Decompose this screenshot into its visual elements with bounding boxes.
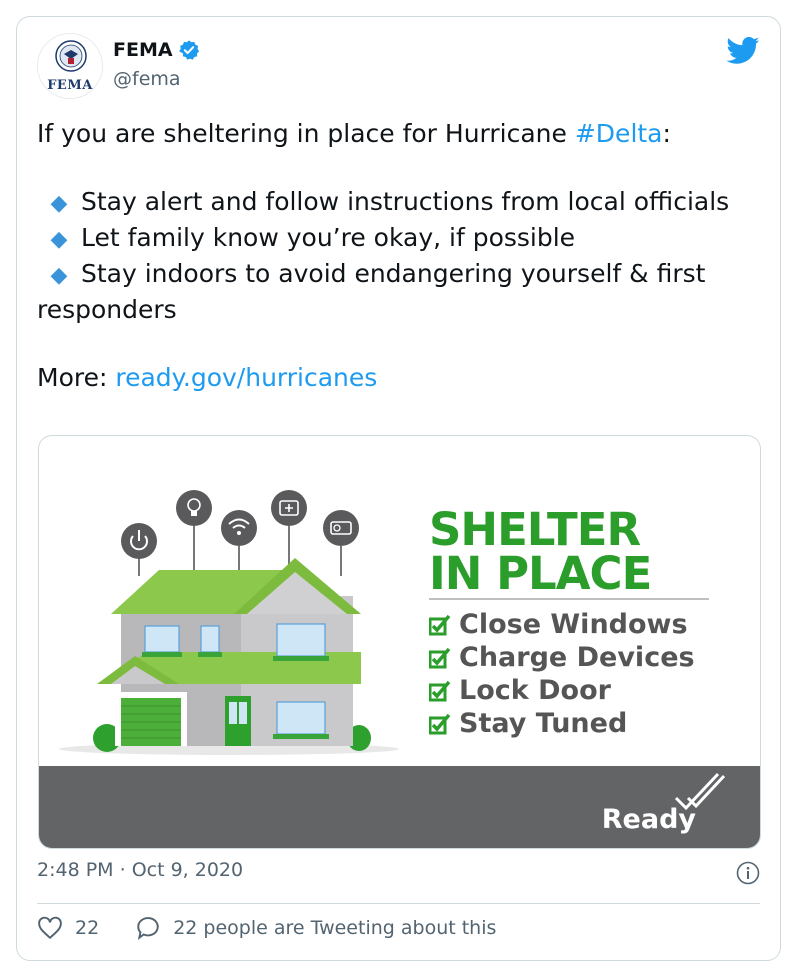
media-image[interactable]: SHELTER IN PLACE Close Windows Charge De… (38, 435, 761, 849)
green-checkbox-icon (429, 713, 451, 734)
title-line-2: IN PLACE (429, 547, 652, 600)
checklist-item: Charge Devices (429, 641, 695, 674)
diamond-bullet-icon: ◆ (50, 191, 68, 216)
wifi-icon (221, 510, 257, 546)
meta-separator: · (113, 859, 132, 881)
dhs-seal-icon (55, 40, 87, 72)
verified-badge-icon (178, 40, 199, 60)
first-aid-icon (271, 490, 307, 526)
more-label: More: (37, 363, 116, 392)
tweet-card: FEMA FEMA @fema If you are sheltering in… (16, 16, 781, 961)
author-handle[interactable]: @fema (113, 68, 181, 90)
ready-gov-link[interactable]: ready.gov/hurricanes (115, 363, 377, 392)
avatar[interactable]: FEMA (37, 33, 103, 99)
speech-bubble-icon (137, 917, 159, 941)
tweet-bullet: ◆ Let family know you’re okay, if possibl… (37, 221, 762, 257)
tweet-text: If you are sheltering in place for Hurri… (37, 117, 762, 395)
green-checkbox-icon (429, 647, 451, 668)
radio-icon (323, 510, 359, 546)
tweet-more: More: ready.gov/hurricanes (37, 361, 762, 395)
tweet-time: 2:48 PM (37, 859, 114, 881)
shelter-in-place-title: SHELTER IN PLACE (429, 503, 652, 600)
tweet-bullet: ◆ Stay alert and follow instructions from… (37, 185, 762, 221)
ready-brand-label: Ready (601, 804, 696, 835)
tweet-timestamp[interactable]: 2:48 PM · Oct 9, 2020 (37, 859, 243, 881)
avatar-logo-text: FEMA (47, 78, 93, 93)
info-icon[interactable] (736, 861, 760, 885)
tweet-intro: If you are sheltering in place for Hurri… (37, 117, 762, 151)
tweet-bullet-text: Stay alert and follow instructions from … (81, 187, 730, 216)
title-line-1: SHELTER (429, 503, 641, 556)
tweet-bullet: ◆ Stay indoors to avoid endangering yours… (37, 257, 762, 327)
tweet-bullet-text: Let family know you’re okay, if possible (81, 223, 576, 252)
twitter-bird-icon[interactable] (726, 37, 760, 65)
checklist-item: Lock Door (429, 674, 695, 707)
like-count: 22 (75, 917, 100, 939)
title-divider (429, 598, 709, 600)
like-button[interactable]: 22 (37, 916, 99, 940)
diamond-bullet-icon: ◆ (50, 263, 68, 288)
tweet-actions: 22 22 people are Tweeting about this (37, 915, 496, 941)
checklist-item: Stay Tuned (429, 707, 695, 740)
checklist-item-label: Stay Tuned (459, 708, 628, 739)
green-checkbox-icon (429, 680, 451, 701)
heart-icon (38, 916, 62, 940)
checklist-item: Close Windows (429, 608, 695, 641)
house-illustration (59, 490, 399, 755)
author-name[interactable]: FEMA (113, 39, 200, 61)
checklist-item-label: Lock Door (459, 675, 611, 706)
tweet-date: Oct 9, 2020 (131, 859, 244, 881)
lightbulb-icon (176, 490, 212, 526)
tweeting-about-text: 22 people are Tweeting about this (173, 917, 497, 939)
power-icon (121, 523, 157, 559)
checklist-item-label: Charge Devices (459, 642, 695, 673)
author-name-label: FEMA (113, 39, 173, 61)
checklist-item-label: Close Windows (459, 609, 688, 640)
diamond-bullet-icon: ◆ (50, 227, 68, 252)
green-checkbox-icon (429, 614, 451, 635)
hashtag-link[interactable]: #Delta (575, 119, 663, 148)
shelter-checklist: Close Windows Charge Devices Lock Door S… (429, 608, 695, 740)
tweet-intro-suffix: : (662, 119, 671, 148)
footer-divider (37, 903, 760, 904)
tweet-intro-text: If you are sheltering in place for Hurri… (37, 119, 575, 148)
tweet-bullet-text: Stay indoors to avoid endangering yourse… (37, 259, 706, 324)
tweeting-about-link[interactable]: 22 people are Tweeting about this (135, 915, 496, 941)
